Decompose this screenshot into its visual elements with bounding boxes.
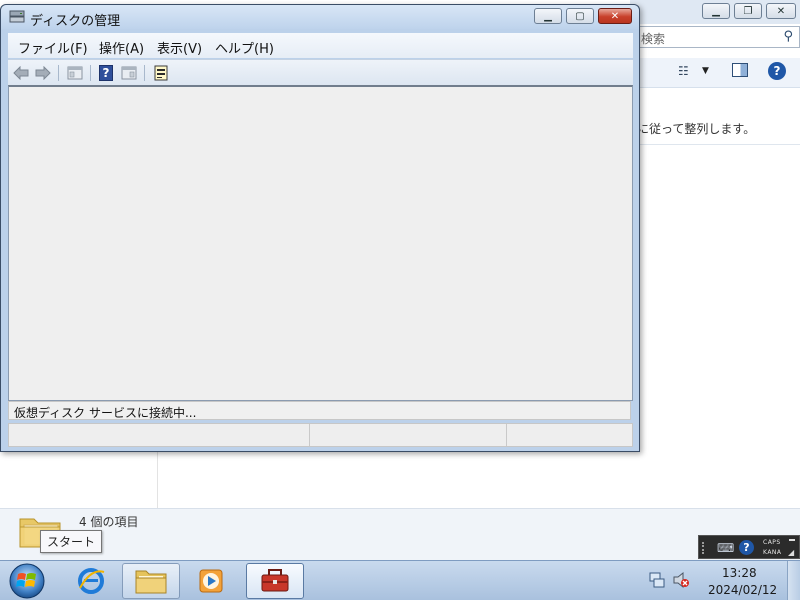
- media-player-icon: [199, 569, 223, 593]
- media-player-taskbar-button[interactable]: [182, 563, 240, 599]
- caps-indicator: CAPS: [763, 539, 781, 546]
- start-button[interactable]: [4, 562, 50, 600]
- network-icon[interactable]: [648, 571, 666, 589]
- connecting-status-text: 仮想ディスク サービスに接続中...: [14, 406, 197, 420]
- grip-icon[interactable]: [702, 542, 708, 554]
- status-bar: [8, 423, 633, 447]
- toolbox-icon: [261, 569, 289, 592]
- menu-view[interactable]: 表示(V): [157, 38, 202, 57]
- clock-date[interactable]: 2024/02/12: [708, 583, 777, 597]
- explorer-toolbar: ☷ ▼ ?: [630, 58, 800, 88]
- toolbar: ?: [8, 59, 633, 85]
- status-bar-message: 仮想ディスク サービスに接続中...: [8, 401, 631, 420]
- show-hide-console-tree-button[interactable]: [66, 64, 84, 82]
- menu-file[interactable]: ファイル(F): [18, 38, 88, 57]
- status-pane-divider: [309, 424, 310, 446]
- divider: [630, 144, 800, 145]
- disk-management-window: ディスクの管理 ▁ ▢ ✕ ファイル(F) 操作(A) 表示(V) ヘルプ(H)…: [0, 4, 640, 452]
- back-arrow-icon: [13, 66, 29, 80]
- clock-time[interactable]: 13:28: [722, 566, 757, 580]
- menu-bar: ファイル(F) 操作(A) 表示(V) ヘルプ(H): [8, 33, 633, 58]
- search-placeholder: 検索: [641, 32, 666, 46]
- toolbar-separator: [90, 65, 91, 81]
- maximize-icon: ▢: [575, 10, 585, 22]
- folder-icon: [135, 570, 167, 594]
- options-icon[interactable]: ◢: [788, 548, 794, 557]
- preview-pane-icon[interactable]: [732, 63, 748, 77]
- explorer-restore-button[interactable]: ❐: [734, 3, 762, 19]
- show-desktop-button[interactable]: [787, 561, 800, 600]
- explorer-minimize-button[interactable]: ▁: [702, 3, 730, 19]
- explorer-taskbar-button[interactable]: [122, 563, 180, 599]
- help-icon[interactable]: ?: [739, 540, 754, 555]
- chevron-down-icon[interactable]: ▼: [702, 66, 709, 76]
- search-icon[interactable]: ⚲: [783, 29, 793, 44]
- minimize-icon: ▁: [544, 10, 552, 22]
- minimize-icon: ▁: [712, 5, 720, 17]
- notification-area: [644, 569, 694, 593]
- menu-help[interactable]: ヘルプ(H): [215, 38, 274, 57]
- details-pane: 4 個の項目: [0, 508, 800, 560]
- toolbar-separator: [58, 65, 59, 81]
- forward-button[interactable]: [34, 64, 52, 82]
- close-icon: ✕: [610, 10, 620, 22]
- menu-action[interactable]: 操作(A): [99, 38, 144, 57]
- status-pane-divider: [506, 424, 507, 446]
- restore-icon: ❐: [743, 5, 753, 17]
- content-pane: [8, 85, 633, 401]
- properties-icon: [154, 65, 168, 81]
- help-icon[interactable]: ?: [768, 62, 786, 80]
- help-button[interactable]: ?: [97, 64, 115, 82]
- back-button[interactable]: [12, 64, 30, 82]
- taskbar: 13:28 2024/02/12: [0, 560, 800, 600]
- close-icon: ✕: [776, 5, 786, 17]
- action-pane-icon: [121, 66, 137, 80]
- item-count: 4 個の項目: [79, 515, 139, 529]
- explorer-titlebar: ▁ ❐ ✕: [630, 0, 800, 24]
- maximize-button[interactable]: ▢: [566, 8, 594, 24]
- kana-indicator: KANA: [763, 549, 782, 556]
- console-tree-icon: [67, 66, 83, 80]
- help-icon: ?: [99, 65, 113, 81]
- language-bar: ⌨ ? CAPS KANA ◢: [698, 535, 800, 559]
- internet-explorer-taskbar-button[interactable]: [62, 563, 120, 599]
- navigation-pane-divider: [157, 452, 158, 508]
- window-title: ディスクの管理: [30, 14, 121, 29]
- volume-muted-icon[interactable]: [672, 571, 690, 589]
- explorer-close-button[interactable]: ✕: [766, 3, 796, 19]
- toolbar-separator: [144, 65, 145, 81]
- title-bar[interactable]: ディスクの管理 ▁ ▢ ✕: [1, 5, 639, 29]
- internet-explorer-icon: [78, 568, 105, 594]
- properties-button[interactable]: [152, 64, 170, 82]
- minimize-button[interactable]: ▁: [534, 8, 562, 24]
- forward-arrow-icon: [35, 66, 51, 80]
- computer-management-taskbar-button[interactable]: [246, 563, 304, 599]
- view-options-icon[interactable]: ☷: [678, 64, 689, 78]
- disk-management-app-icon: [9, 10, 25, 24]
- minimize-langbar-icon[interactable]: [789, 539, 795, 541]
- start-tooltip: スタート: [40, 530, 103, 553]
- windows-logo-icon: [9, 563, 45, 599]
- explorer-search-input[interactable]: 検索 ⚲: [630, 26, 800, 48]
- keyboard-icon[interactable]: ⌨: [717, 541, 734, 555]
- show-hide-action-pane-button[interactable]: [120, 64, 138, 82]
- close-button[interactable]: ✕: [598, 8, 632, 24]
- arrange-hint-text: に従って整列します。: [637, 122, 756, 136]
